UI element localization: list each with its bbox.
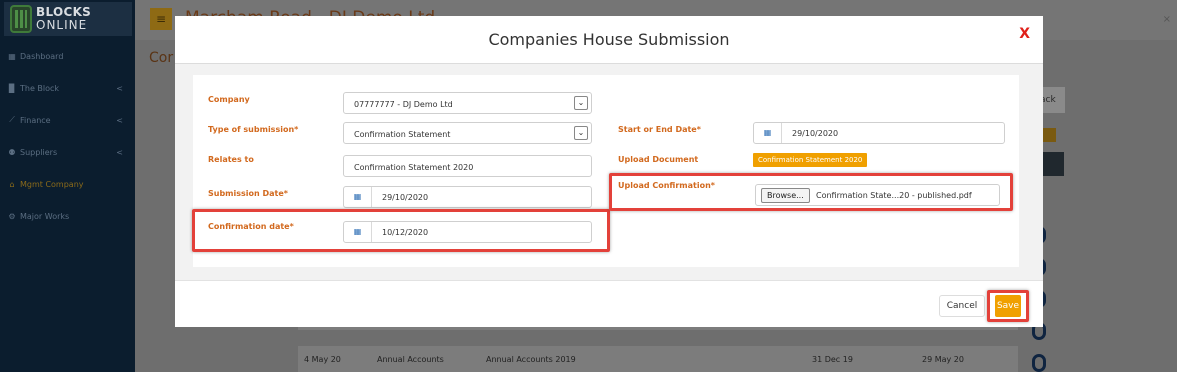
sidebar-item-finance[interactable]: ⟋ Finance <	[0, 104, 135, 136]
sidebar-nav: ▦ Dashboard ▉ The Block < ⟋ Finance < ⚉ …	[0, 40, 135, 232]
bank-icon: ⌂	[9, 179, 15, 189]
modal-body: Company 07777777 - DJ Demo Ltd ⌄ Type of…	[192, 75, 1019, 267]
start-end-date-input[interactable]: ▦ 29/10/2020	[753, 122, 1005, 144]
building-icon: ▉	[8, 83, 16, 93]
users-icon: ⚉	[8, 147, 16, 157]
sidebar-item-label: Suppliers	[20, 147, 58, 157]
sidebar-item-dashboard[interactable]: ▦ Dashboard	[0, 40, 135, 72]
start-end-date-label: Start or End Date*	[618, 125, 701, 134]
upload-document-label: Upload Document	[618, 155, 699, 164]
start-end-date-value: 29/10/2020	[792, 129, 839, 138]
table-header-cell	[1040, 152, 1064, 176]
sidebar-item-mgmt-company[interactable]: ⌂ Mgmt Company	[0, 168, 135, 200]
confirmation-date-highlight	[192, 209, 610, 252]
submission-type-value: Confirmation Statement	[354, 130, 451, 139]
company-select-value: 07777777 - DJ Demo Ltd	[354, 100, 453, 109]
submission-type-label: Type of submission*	[208, 125, 299, 134]
relates-to-value: Confirmation Statement 2020	[354, 163, 474, 172]
sidebar: BLOCKS ONLINE ▦ Dashboard ▉ The Block < …	[0, 0, 135, 372]
save-button[interactable]: Save	[995, 295, 1021, 317]
sidebar-item-label: Dashboard	[20, 51, 64, 61]
row-date: 4 May 20	[304, 355, 341, 364]
submission-date-label: Submission Date*	[208, 189, 288, 198]
modal-title: Companies House Submission	[488, 30, 730, 49]
row-type: Annual Accounts	[377, 355, 444, 364]
sidebar-item-label: Finance	[20, 115, 51, 125]
document-icon[interactable]	[1032, 354, 1046, 372]
sidebar-item-label: Mgmt Company	[20, 179, 84, 189]
blocks-logo-icon	[10, 5, 32, 33]
submission-type-select[interactable]: Confirmation Statement ⌄	[343, 122, 592, 144]
modal-footer: Cancel Save	[175, 280, 1043, 327]
chart-icon: ⟋	[9, 115, 15, 124]
sidebar-item-label: The Block	[20, 83, 60, 93]
submission-date-input[interactable]: ▦ 29/10/2020	[343, 186, 592, 208]
calendar-icon[interactable]: ▦	[754, 123, 782, 143]
dashboard-icon: ▦	[8, 51, 16, 61]
cogs-icon: ⚙	[8, 211, 16, 221]
row-relates: Annual Accounts 2019	[486, 355, 576, 364]
page-sub-title: Cor	[149, 50, 174, 66]
close-icon[interactable]: ×	[1163, 14, 1171, 25]
calendar-icon[interactable]: ▦	[344, 187, 372, 207]
sidebar-item-suppliers[interactable]: ⚉ Suppliers <	[0, 136, 135, 168]
modal-header: Companies House Submission X	[175, 16, 1043, 64]
company-label: Company	[208, 95, 250, 104]
row-filed: 29 May 20	[922, 355, 964, 364]
logo-text-bottom: ONLINE	[36, 18, 88, 32]
chevron-left-icon: <	[116, 147, 123, 157]
relates-to-label: Relates to	[208, 155, 254, 164]
company-select[interactable]: 07777777 - DJ Demo Ltd ⌄	[343, 92, 592, 114]
menu-toggle-button[interactable]: ≡	[150, 8, 172, 30]
chevron-left-icon: <	[116, 115, 123, 125]
close-modal-button[interactable]: X	[1019, 26, 1030, 42]
chevron-down-icon: ⌄	[574, 126, 588, 140]
sidebar-item-label: Major Works	[20, 211, 70, 221]
chevron-left-icon: <	[116, 83, 123, 93]
uploaded-document-badge[interactable]: Confirmation Statement 2020	[753, 153, 868, 167]
table-row[interactable]: 4 May 20 Annual Accounts Annual Accounts…	[298, 346, 1018, 372]
sidebar-item-major-works[interactable]: ⚙ Major Works	[0, 200, 135, 232]
cancel-button[interactable]: Cancel	[939, 295, 985, 317]
upload-confirmation-highlight	[609, 173, 1013, 211]
logo[interactable]: BLOCKS ONLINE	[4, 2, 132, 36]
submission-modal: Companies House Submission X Company 077…	[175, 16, 1043, 327]
logo-text-top: BLOCKS	[36, 5, 92, 19]
row-period-end: 31 Dec 19	[812, 355, 853, 364]
sidebar-item-the-block[interactable]: ▉ The Block <	[0, 72, 135, 104]
submission-date-value: 29/10/2020	[382, 193, 429, 202]
chevron-down-icon: ⌄	[574, 96, 588, 110]
relates-to-input[interactable]: Confirmation Statement 2020	[343, 155, 592, 177]
